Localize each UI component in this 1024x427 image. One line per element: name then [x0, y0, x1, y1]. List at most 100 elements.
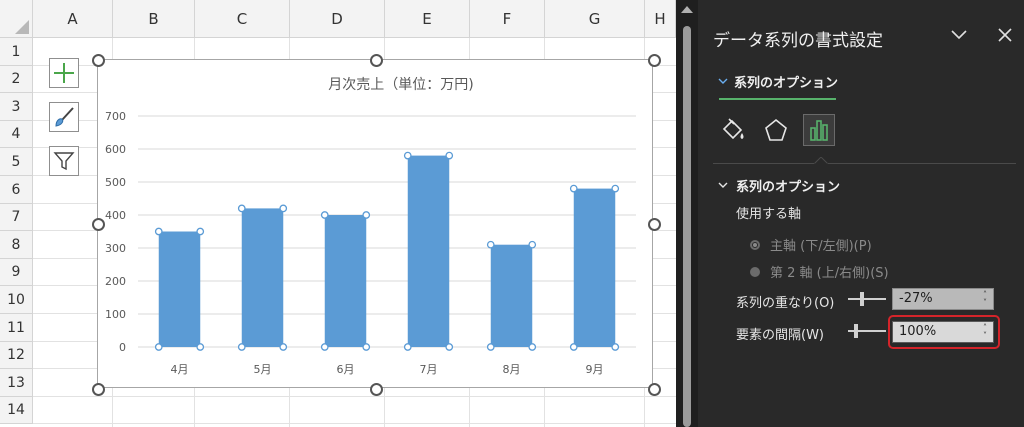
bar[interactable]	[407, 155, 450, 347]
bar-selection-handle[interactable]	[320, 211, 329, 219]
chart-resize-handle-top-right[interactable]	[648, 54, 661, 67]
funnel-icon	[53, 152, 75, 171]
chart-resize-handle-bottom[interactable]	[370, 383, 383, 396]
bar-selection-handle[interactable]	[486, 343, 495, 351]
chart-resize-handle-top-left[interactable]	[92, 54, 105, 67]
chevron-down-icon	[951, 30, 967, 40]
column-header-h[interactable]: H	[645, 0, 676, 38]
bar-selection-handle[interactable]	[445, 343, 454, 351]
pane-options-button[interactable]	[946, 22, 972, 48]
chart-resize-handle-bottom-right[interactable]	[648, 383, 661, 396]
column-header-g[interactable]: G	[545, 0, 645, 38]
chart-resize-handle-top[interactable]	[370, 54, 383, 67]
chart-area[interactable]: 月次売上（単位：万円) 0 100 200 300 400 500 600 700 4月 5月 6月 7…	[97, 59, 653, 388]
overlap-slider-knob[interactable]	[860, 292, 864, 306]
bar[interactable]	[573, 188, 616, 347]
effects-category[interactable]	[760, 114, 792, 146]
bar-selection-handle[interactable]	[611, 184, 620, 193]
pane-close-button[interactable]	[992, 22, 1018, 48]
bar-selection-handle[interactable]	[154, 343, 163, 351]
row-header-6[interactable]: 6	[0, 176, 33, 204]
bar-selection-handle[interactable]	[279, 204, 288, 213]
row-header-4[interactable]: 4	[0, 121, 33, 148]
series-options-tab-label: 系列のオプション	[734, 76, 839, 91]
bar-selection-handle[interactable]	[569, 343, 578, 351]
x-tick-label: 8月	[503, 363, 521, 376]
bar-selection-handle[interactable]	[362, 211, 371, 219]
bar-selection-handle[interactable]	[154, 227, 163, 236]
overlap-input[interactable]: -27% ˄ ˅	[892, 288, 994, 310]
gap-width-slider-knob[interactable]	[854, 324, 858, 338]
row-header-1[interactable]: 1	[0, 38, 33, 66]
row-header-3[interactable]: 3	[0, 93, 33, 121]
chart-resize-handle-bottom-left[interactable]	[92, 383, 105, 396]
bar-selection-handle[interactable]	[237, 343, 246, 351]
bar[interactable]	[490, 244, 533, 347]
scroll-up-icon[interactable]	[681, 6, 693, 13]
secondary-axis-radio[interactable]: 第 2 軸 (上/右側)(S)	[750, 262, 889, 281]
row-gridline	[33, 423, 676, 424]
bar[interactable]	[324, 215, 367, 347]
series-options-category[interactable]	[803, 114, 835, 146]
bar-selection-handle[interactable]	[528, 240, 537, 249]
bar-chart[interactable]: 月次売上（単位：万円) 0 100 200 300 400 500 600 700 4月 5月 6月 7…	[98, 60, 652, 387]
row-header-5[interactable]: 5	[0, 148, 33, 176]
chart-title[interactable]: 月次売上（単位：万円)	[328, 77, 473, 93]
y-tick-label: 700	[105, 110, 126, 123]
bar-selection-handle[interactable]	[528, 343, 537, 351]
column-header-c[interactable]: C	[195, 0, 290, 38]
bar-selection-handle[interactable]	[611, 343, 620, 351]
bar-selection-handle[interactable]	[237, 204, 246, 213]
series-options-section-header[interactable]: 系列のオプション	[718, 176, 840, 195]
column-header-e[interactable]: E	[385, 0, 470, 38]
chart-resize-handle-left[interactable]	[92, 218, 105, 231]
bar-selection-handle[interactable]	[362, 343, 371, 351]
primary-axis-radio[interactable]: 主軸 (下/左側)(P)	[750, 235, 872, 254]
column-header-b[interactable]: B	[113, 0, 195, 38]
section-divider	[713, 163, 1016, 164]
chart-styles-button[interactable]	[49, 102, 79, 132]
bar[interactable]	[158, 231, 201, 348]
row-header-7[interactable]: 7	[0, 204, 33, 231]
chart-resize-handle-right[interactable]	[648, 218, 661, 231]
fill-line-category[interactable]	[717, 114, 749, 146]
bar-selection-handle[interactable]	[279, 343, 288, 351]
row-header-12[interactable]: 12	[0, 342, 33, 369]
column-header-f[interactable]: F	[470, 0, 545, 38]
paint-bucket-icon	[722, 118, 744, 140]
series-options-tab[interactable]: 系列のオプション	[718, 72, 838, 91]
bar-selection-handle[interactable]	[403, 343, 412, 351]
row-header-10[interactable]: 10	[0, 286, 33, 314]
bar-selection-handle[interactable]	[196, 227, 205, 236]
bar-selection-handle[interactable]	[445, 151, 454, 160]
bar-selection-handle[interactable]	[486, 240, 495, 249]
overlap-spinner-icon[interactable]: ˄ ˅	[981, 291, 989, 307]
chart-filters-button[interactable]	[49, 146, 79, 176]
y-tick-label: 100	[105, 308, 126, 321]
spreadsheet-grid[interactable]: ABCDEFGH 1 2 3 4 5 6 7 8 9 10 11 12 13 14 月次売上（単位：万円)…	[0, 0, 676, 427]
gap-width-slider[interactable]	[848, 324, 886, 338]
scroll-thumb[interactable]	[683, 26, 691, 427]
caret-up-icon	[814, 157, 828, 165]
bar[interactable]	[241, 208, 284, 347]
row-header-2[interactable]: 2	[0, 66, 33, 93]
bar-selection-handle[interactable]	[320, 343, 329, 351]
row-header-9[interactable]: 9	[0, 259, 33, 286]
bar-selection-handle[interactable]	[569, 184, 578, 193]
row-header-11[interactable]: 11	[0, 314, 33, 342]
series-options-section-label: 系列のオプション	[736, 180, 841, 195]
row-header-8[interactable]: 8	[0, 231, 33, 259]
column-header-a[interactable]: A	[33, 0, 113, 38]
row-header-14[interactable]: 14	[0, 397, 33, 424]
row-header-13[interactable]: 13	[0, 369, 33, 397]
vertical-scrollbar[interactable]	[676, 0, 698, 427]
column-header-d[interactable]: D	[290, 0, 385, 38]
chart-elements-button[interactable]	[49, 58, 79, 88]
y-tick-label: 600	[105, 143, 126, 156]
overlap-slider[interactable]	[848, 292, 886, 306]
bar-selection-handle[interactable]	[196, 343, 205, 351]
gap-width-label: 要素の間隔(W)	[736, 328, 824, 343]
bar-selection-handle[interactable]	[403, 151, 412, 160]
select-all-corner[interactable]	[0, 0, 33, 38]
x-tick-label: 4月	[171, 363, 189, 376]
